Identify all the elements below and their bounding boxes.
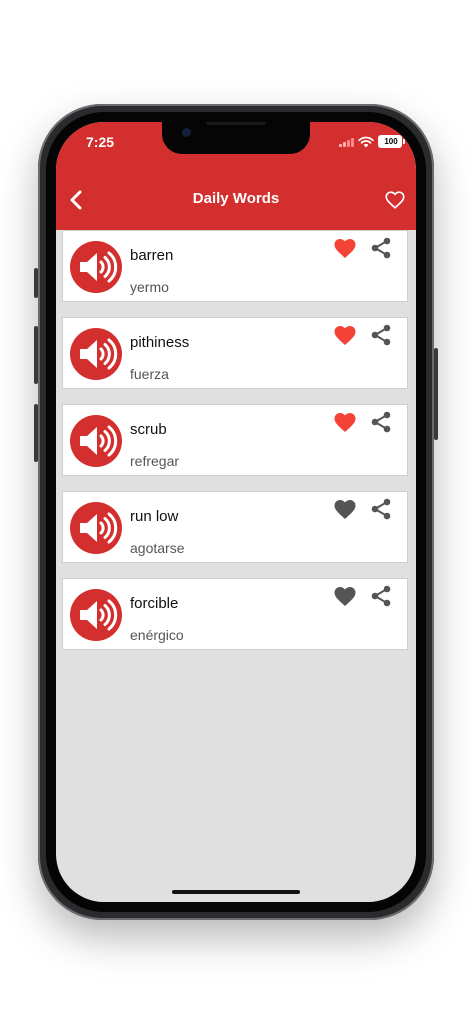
favorite-button[interactable]: [333, 411, 357, 433]
volume-down-button: [34, 404, 38, 462]
speaker-button[interactable]: [70, 328, 122, 380]
page-title: Daily Words: [192, 190, 280, 207]
translation-text: refregar: [130, 453, 180, 469]
share-icon: [371, 237, 391, 259]
share-button[interactable]: [369, 237, 393, 259]
notch: [162, 122, 310, 154]
share-button[interactable]: [369, 585, 393, 607]
speaker-button[interactable]: [70, 415, 122, 467]
word-card: run low agotarse: [62, 491, 408, 563]
share-icon: [371, 411, 391, 433]
speaker-button[interactable]: [70, 502, 122, 554]
speaker-icon: [80, 599, 118, 631]
speaker-icon: [80, 251, 118, 283]
share-button[interactable]: [369, 411, 393, 433]
speaker-icon: [80, 338, 118, 370]
volume-up-button: [34, 326, 38, 384]
share-icon: [371, 585, 391, 607]
favorite-button[interactable]: [333, 324, 357, 346]
home-indicator[interactable]: [172, 890, 300, 894]
word-text: scrub: [130, 421, 167, 438]
silent-switch: [34, 268, 38, 298]
heart-icon: [334, 587, 356, 606]
word-card: scrub refregar: [62, 404, 408, 476]
speaker-button[interactable]: [70, 589, 122, 641]
share-icon: [371, 498, 391, 520]
word-text: run low: [130, 508, 179, 525]
heart-icon: [334, 326, 356, 345]
favorite-button[interactable]: [333, 585, 357, 607]
status-icons: 100: [339, 135, 405, 148]
favorites-button[interactable]: [384, 189, 406, 211]
translation-text: enérgico: [130, 627, 184, 643]
word-text: pithiness: [130, 334, 190, 351]
translation-text: agotarse: [130, 540, 185, 556]
word-text: barren: [130, 247, 174, 264]
status-time: 7:25: [86, 134, 115, 150]
speaker-icon: [80, 512, 118, 544]
screen: 7:25 100 Daily Words barren yermo pithin…: [56, 122, 416, 902]
heart-icon: [334, 413, 356, 432]
favorite-button[interactable]: [333, 237, 357, 259]
word-card: barren yermo: [62, 230, 408, 302]
battery-level: 100: [384, 137, 398, 146]
power-button: [434, 348, 438, 440]
word-card: forcible enérgico: [62, 578, 408, 650]
heart-icon: [334, 239, 356, 258]
translation-text: fuerza: [130, 366, 169, 382]
share-button[interactable]: [369, 498, 393, 520]
heart-icon: [334, 500, 356, 519]
speaker-button[interactable]: [70, 241, 122, 293]
share-button[interactable]: [369, 324, 393, 346]
heart-outline-icon: [385, 191, 405, 209]
battery-icon: 100: [378, 135, 405, 148]
translation-text: yermo: [130, 279, 169, 295]
share-icon: [371, 324, 391, 346]
signal-icon: [339, 137, 354, 147]
favorite-button[interactable]: [333, 498, 357, 520]
speaker-icon: [80, 425, 118, 457]
word-card: pithiness fuerza: [62, 317, 408, 389]
wifi-icon: [358, 136, 374, 147]
word-text: forcible: [130, 595, 179, 612]
